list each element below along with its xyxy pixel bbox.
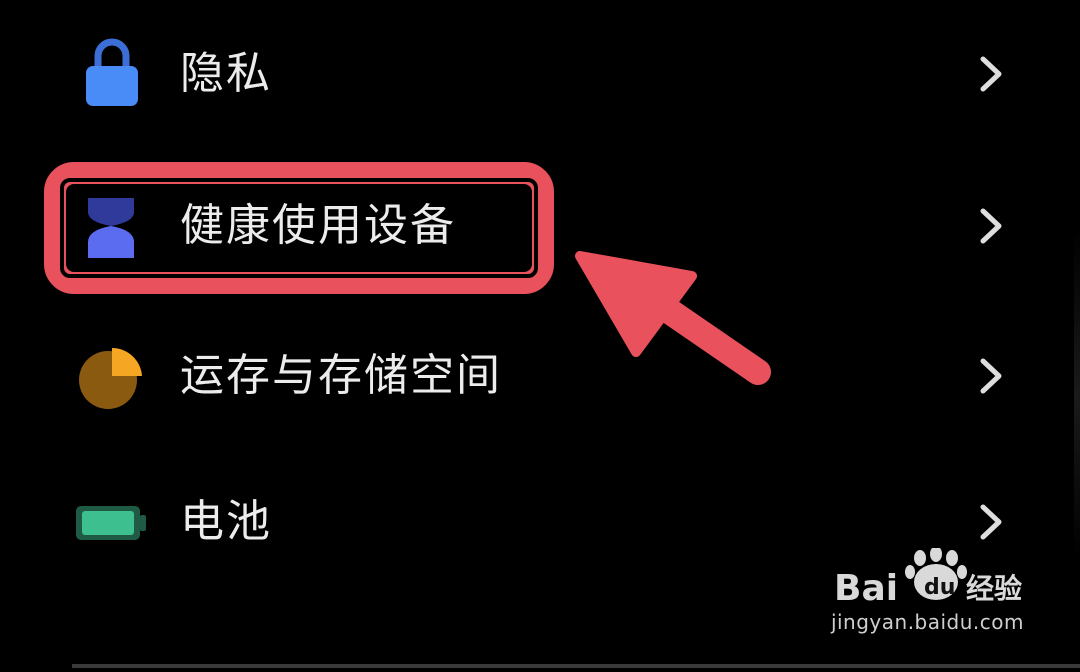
settings-item-label: 电池 <box>180 496 272 547</box>
settings-item-battery[interactable]: 电池 <box>0 462 1080 582</box>
hourglass-icon <box>74 188 150 264</box>
chevron-right-icon <box>972 503 1010 541</box>
lock-icon <box>74 36 150 112</box>
settings-item-label: 健康使用设备 <box>180 200 456 251</box>
settings-item-health-usage[interactable]: 健康使用设备 <box>0 166 1080 286</box>
chevron-right-icon <box>972 55 1010 93</box>
settings-item-storage[interactable]: 运存与存储空间 <box>0 316 1080 436</box>
pie-storage-icon <box>74 338 150 414</box>
divider <box>72 664 1080 668</box>
chevron-right-icon <box>972 357 1010 395</box>
settings-item-label: 隐私 <box>180 48 272 99</box>
settings-item-privacy[interactable]: 隐私 <box>0 14 1080 134</box>
watermark-url: jingyan.baidu.com <box>830 610 1024 634</box>
settings-item-label: 运存与存储空间 <box>180 350 502 401</box>
battery-icon <box>74 484 150 560</box>
chevron-right-icon <box>972 207 1010 245</box>
